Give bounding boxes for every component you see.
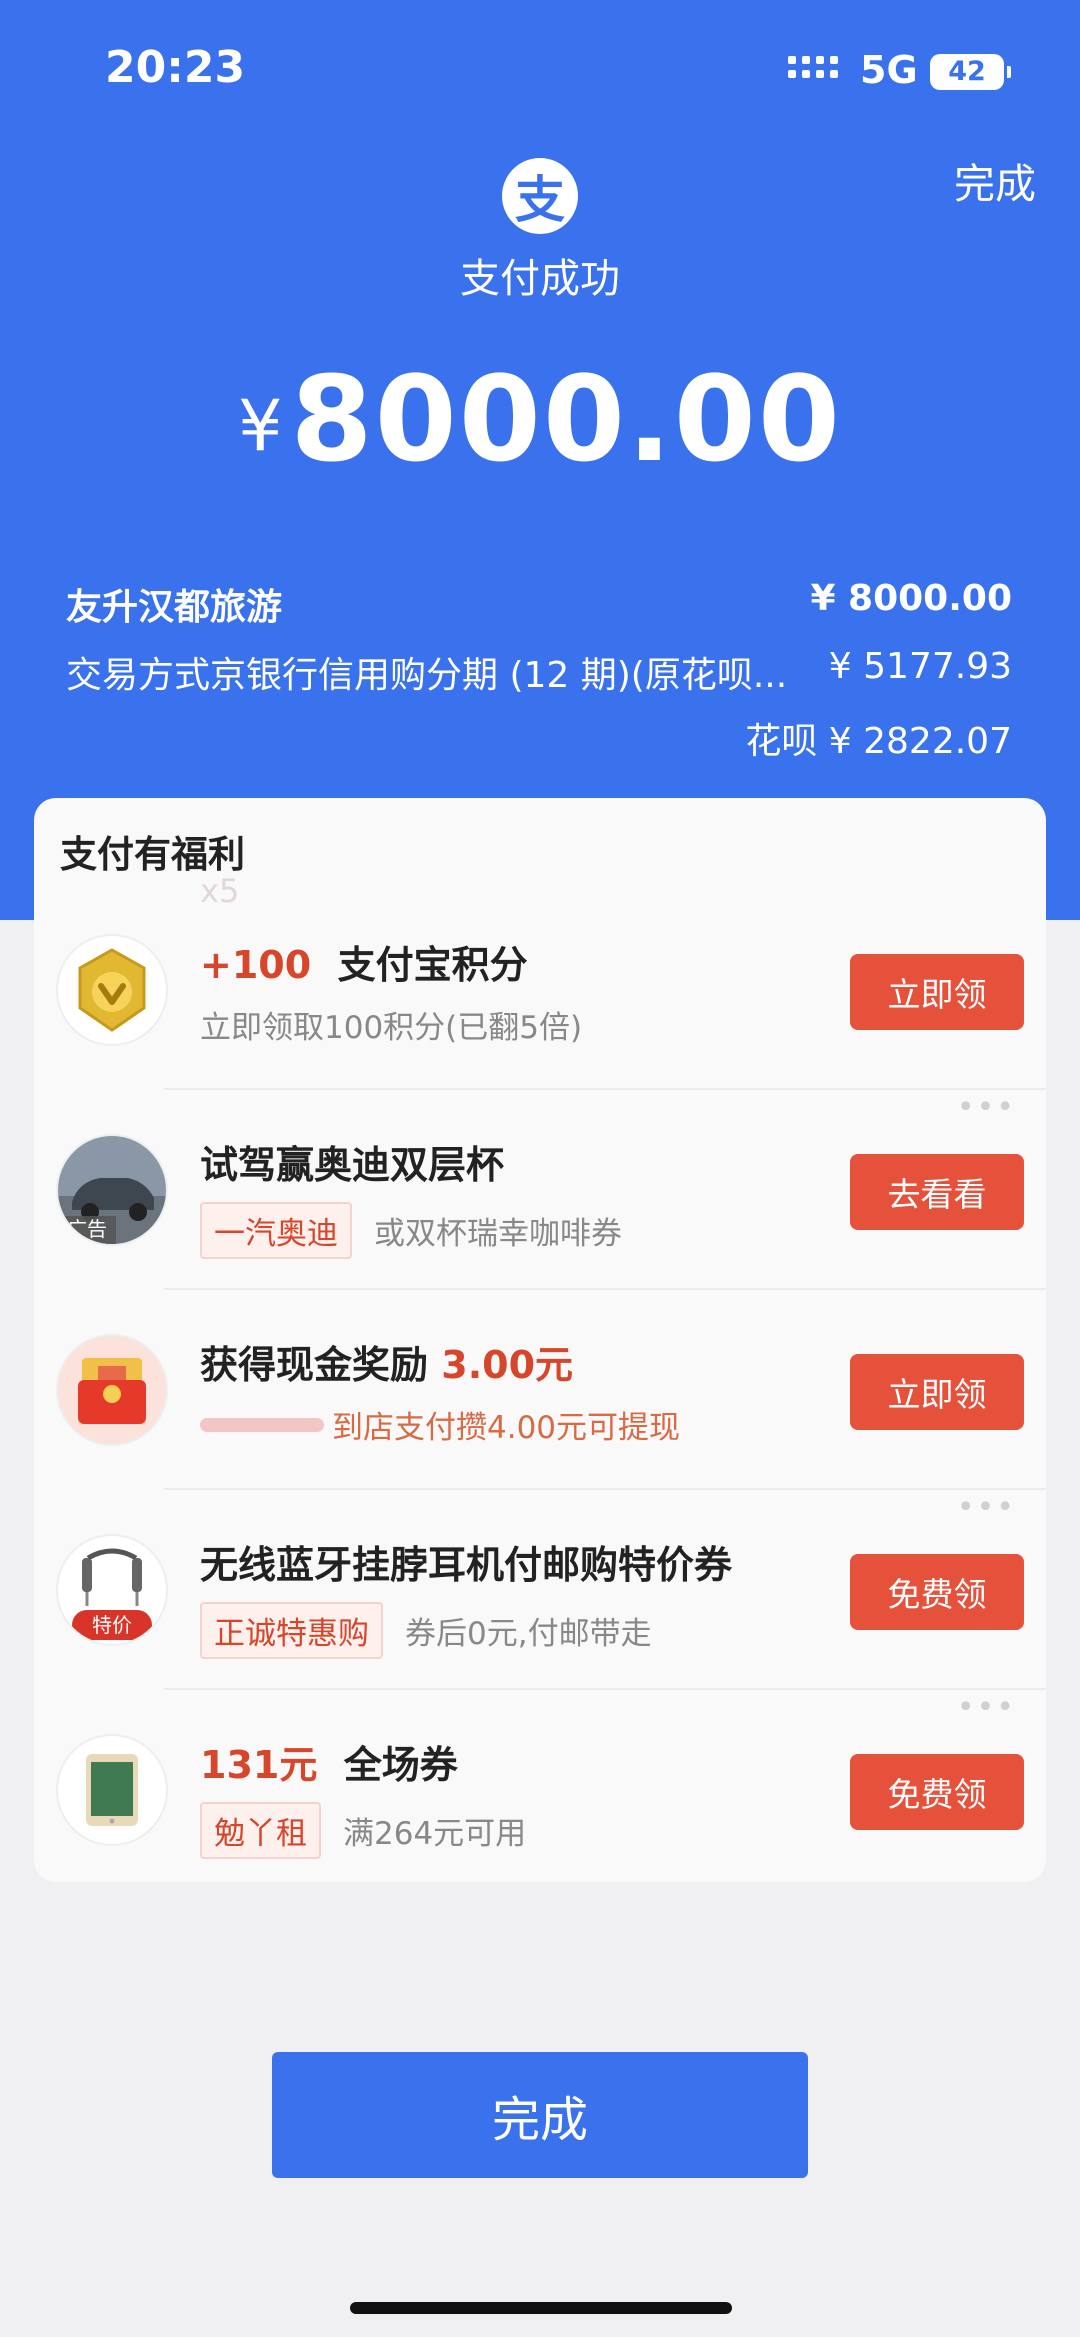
benefit-desc: 一汽奥迪 或双杯瑞幸咖啡券 (200, 1202, 622, 1259)
benefit-desc-text: 立即领取100积分(已翻5倍) (200, 1010, 583, 1046)
payment-status-title: 支付成功 (460, 256, 620, 302)
special-price-badge: 特价 (92, 1613, 132, 1637)
benefit-desc: 勉丫租 满264元可用 (200, 1802, 526, 1859)
benefit-title: +100 支付宝积分 (200, 934, 528, 989)
benefit-desc-text: 满264元可用 (343, 1816, 527, 1852)
benefit-item-coupon: ••• 131元 全场券 勉丫租 满264元可用 免费领 (34, 1690, 1046, 1882)
alipay-logo-icon: 支 (502, 158, 578, 234)
benefit-item-headphones: ••• 特价 无线蓝牙挂脖耳机付邮购特价券 正诚特惠购 券后0元,付邮带走 免费… (34, 1490, 1046, 1690)
payment-method-amount: ¥ 5177.93 (828, 646, 1012, 687)
points-label: 支付宝积分 (337, 943, 528, 987)
done-link-top[interactable]: 完成 (954, 150, 1036, 210)
amount-value: 8000.00 (290, 350, 842, 488)
payment-amount: ¥8000.00 (0, 350, 1080, 488)
more-icon[interactable]: ••• (957, 1690, 1016, 1725)
cash-reward-amount: 3.00元 (441, 1343, 574, 1387)
more-icon[interactable]: ••• (957, 1490, 1016, 1525)
benefit-desc: 到店支付攒4.00元可提现 (200, 1402, 680, 1447)
payment-method: 交易方式京银行信用购分期 (12 期)(原花呗... (66, 655, 788, 696)
status-time: 20:23 (105, 42, 246, 93)
benefit-desc-text: 或双杯瑞幸咖啡券 (374, 1216, 622, 1252)
free-claim-button[interactable]: 免费领 (850, 1554, 1024, 1630)
red-envelope-icon (56, 1334, 168, 1446)
more-icon[interactable]: ••• (957, 1090, 1016, 1125)
headphones-image: 特价 (56, 1534, 168, 1646)
cash-reward-label: 获得现金奖励 (200, 1343, 429, 1387)
benefit-item-audi: ••• 广告 试驾赢奥迪双层杯 一汽奥迪 或双杯瑞幸咖啡券 去看看 (34, 1090, 1046, 1290)
coupon-label: 全场券 (343, 1743, 458, 1787)
ad-badge: 广告 (67, 1217, 107, 1241)
brand-tag: 勉丫租 (200, 1802, 321, 1859)
merchant-amount: ¥ 8000.00 (810, 578, 1012, 619)
benefit-desc-text: 到店支付攒4.00元可提现 (332, 1410, 681, 1446)
battery-icon: 42 (930, 54, 1011, 90)
coupon-amount: 131元 (200, 1743, 318, 1787)
benefit-title: 131元 全场券 (200, 1734, 458, 1789)
brand-tag: 一汽奥迪 (200, 1202, 352, 1259)
benefit-desc-text: 券后0元,付邮带走 (405, 1616, 652, 1652)
progress-bar (200, 1417, 324, 1432)
benefit-item-points: +100 支付宝积分 立即领取100积分(已翻5倍) 立即领 (34, 890, 1046, 1090)
currency-symbol: ¥ (238, 385, 283, 467)
gold-coin-icon (56, 934, 168, 1046)
network-label: 5G (860, 48, 918, 92)
benefit-title: 试驾赢奥迪双层杯 (200, 1143, 505, 1187)
benefit-item-cash: 获得现金奖励 3.00元 到店支付攒4.00元可提现 立即领 (34, 1290, 1046, 1490)
benefit-title: 无线蓝牙挂脖耳机付邮购特价券 (200, 1543, 733, 1587)
signal-icon (788, 56, 842, 88)
home-indicator[interactable] (350, 2302, 732, 2314)
benefit-title: 获得现金奖励 3.00元 (200, 1334, 573, 1389)
car-image: 广告 (56, 1134, 168, 1246)
merchant-name: 友升汉都旅游 (66, 587, 283, 628)
brand-tag: 正诚特惠购 (200, 1602, 383, 1659)
tablet-image (56, 1734, 168, 1846)
done-button[interactable]: 完成 (272, 2052, 808, 2178)
claim-button[interactable]: 立即领 (850, 954, 1024, 1030)
claim-button[interactable]: 立即领 (850, 1354, 1024, 1430)
benefits-card: 支付有福利 x5 +100 支付宝积分 立即领取100积分(已翻5倍) 立即领 … (34, 798, 1046, 1882)
benefit-desc: 立即领取100积分(已翻5倍) (200, 1002, 582, 1047)
benefits-title: 支付有福利 (60, 833, 245, 876)
benefit-desc: 正诚特惠购 券后0元,付邮带走 (200, 1602, 652, 1659)
points-amount: +100 (200, 943, 312, 987)
free-claim-button[interactable]: 免费领 (850, 1754, 1024, 1830)
view-button[interactable]: 去看看 (850, 1154, 1024, 1230)
status-bar: 20:23 5G 42 (0, 0, 1080, 140)
huabei-row: 花呗 ¥ 2822.07 (745, 721, 1012, 762)
